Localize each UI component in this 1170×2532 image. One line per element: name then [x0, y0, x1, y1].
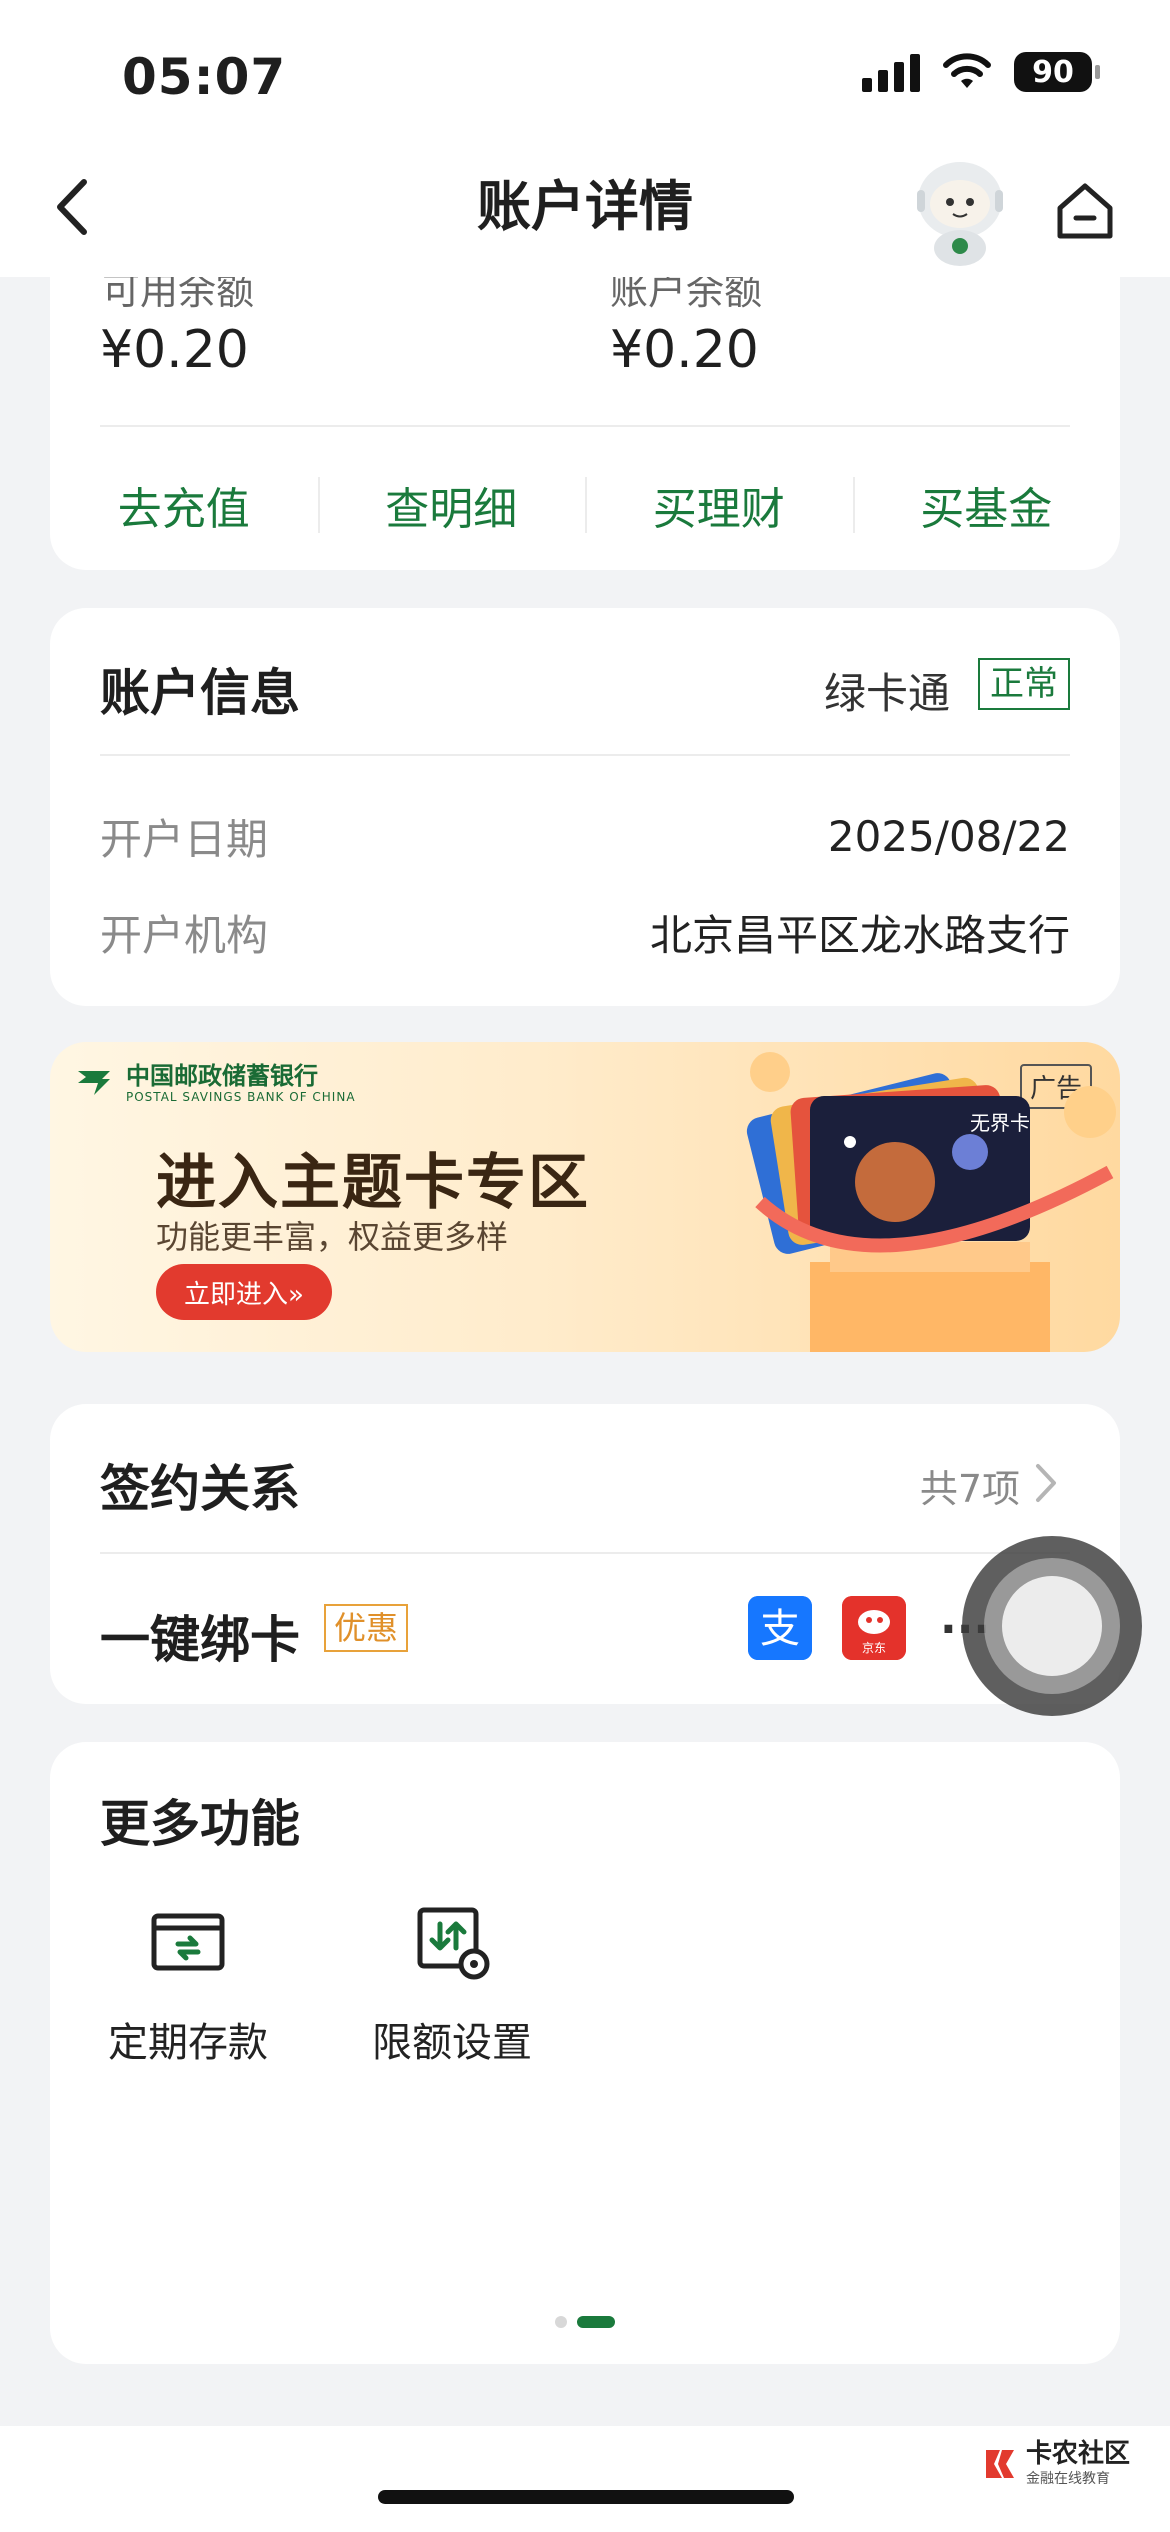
view-details-button[interactable]: 查明细: [317, 455, 586, 555]
divider: [100, 425, 1070, 427]
banner-subtitle: 功能更丰富，权益更多样: [156, 1218, 509, 1256]
home-indicator[interactable]: [378, 2490, 794, 2504]
status-time: 05:07: [122, 48, 287, 106]
account-info-title: 账户信息: [100, 664, 300, 722]
divider: [100, 754, 1070, 756]
wifi-icon: [943, 53, 991, 88]
assistive-touch-button[interactable]: [962, 1536, 1142, 1716]
watermark: 卡农社区 金融在线教育: [980, 2440, 1130, 2488]
recharge-button[interactable]: 去充值: [50, 455, 318, 555]
page-dot-active: [577, 2316, 615, 2328]
psbc-logo-icon: [78, 1071, 110, 1095]
watermark-sub: 金融在线教育: [1025, 2471, 1110, 2487]
jd-icon: 京东: [842, 1596, 906, 1660]
chevron-right-icon[interactable]: [1030, 1460, 1060, 1506]
promo-badge: 优惠: [324, 1604, 409, 1652]
more-functions-title: 更多功能: [100, 1795, 300, 1853]
fixed-deposit-icon: [151, 1913, 225, 1971]
top-bar: 05:07 90 账户详情: [0, 0, 1170, 277]
mascot-assistant-icon[interactable]: [905, 152, 1015, 267]
more-functions-card: 更多功能 定期存款 限额设置: [50, 1742, 1120, 2364]
limit-settings-label: 限额设置: [372, 2020, 532, 2066]
cellular-signal-icon: [862, 52, 920, 92]
divider: [100, 1552, 1070, 1554]
limit-settings-icon: [417, 1907, 490, 1980]
page-dot: [555, 2316, 567, 2328]
banner-enter-button[interactable]: 立即进入»: [156, 1264, 332, 1320]
alipay-icon: 支: [748, 1596, 812, 1660]
buy-wealth-button[interactable]: 买理财: [585, 455, 853, 555]
bank-name: 中国邮政储蓄银行: [126, 1062, 318, 1090]
battery-icon: 90: [1014, 52, 1100, 92]
branch-label: 开户机构: [100, 910, 269, 960]
sign-relations-count[interactable]: 共7项: [920, 1458, 1020, 1513]
status-icons: 90: [862, 52, 1100, 92]
account-balance-value: ¥0.20: [610, 320, 759, 380]
open-date-value: 2025/08/22: [827, 811, 1070, 861]
jd-label: 京东: [862, 1641, 886, 1655]
fixed-deposit-button[interactable]: 定期存款: [88, 1902, 288, 2068]
quick-actions: 去充值 查明细 买理财 买基金: [50, 455, 1120, 555]
bank-logo: 中国邮政储蓄银行 POSTAL SAVINGS BANK OF CHINA: [74, 1062, 356, 1104]
card-label: 无界卡: [970, 1111, 1030, 1135]
kanong-logo-icon: [985, 2450, 1014, 2478]
home-icon[interactable]: [1052, 178, 1118, 244]
sign-relations-title: 签约关系: [100, 1460, 300, 1518]
buy-fund-button[interactable]: 买基金: [852, 455, 1121, 555]
promo-banner[interactable]: 中国邮政储蓄银行 POSTAL SAVINGS BANK OF CHINA 广告…: [50, 1042, 1120, 1352]
svg-text:支: 支: [760, 1606, 800, 1652]
banner-title: 进入主题卡专区: [156, 1148, 590, 1218]
status-badge: 正常: [978, 658, 1070, 710]
bank-name-en: POSTAL SAVINGS BANK OF CHINA: [126, 1090, 356, 1104]
one-click-bind-title[interactable]: 一键绑卡: [100, 1600, 300, 1672]
open-date-label: 开户日期: [100, 814, 269, 864]
sign-relations-card: 签约关系 共7项 一键绑卡 优惠 支 京东 ···: [50, 1404, 1120, 1704]
branch-value: 北京昌平区龙水路支行: [649, 910, 1070, 960]
branch-row: 开户机构 北京昌平区龙水路支行: [100, 902, 1070, 962]
page-indicator: [50, 2316, 1120, 2328]
watermark-name: 卡农社区: [1025, 2439, 1130, 2469]
card-type: 绿卡通: [823, 669, 950, 718]
theme-cards-illustration: 无界卡: [746, 1052, 1116, 1352]
fixed-deposit-label: 定期存款: [108, 2020, 268, 2066]
account-info-card: 账户信息 绿卡通 正常 开户日期 2025/08/22 开户机构 北京昌平区龙水…: [50, 608, 1120, 1006]
open-date-row: 开户日期 2025/08/22: [100, 806, 1070, 866]
available-balance-value: ¥0.20: [100, 320, 249, 380]
limit-settings-button[interactable]: 限额设置: [352, 1902, 552, 2068]
